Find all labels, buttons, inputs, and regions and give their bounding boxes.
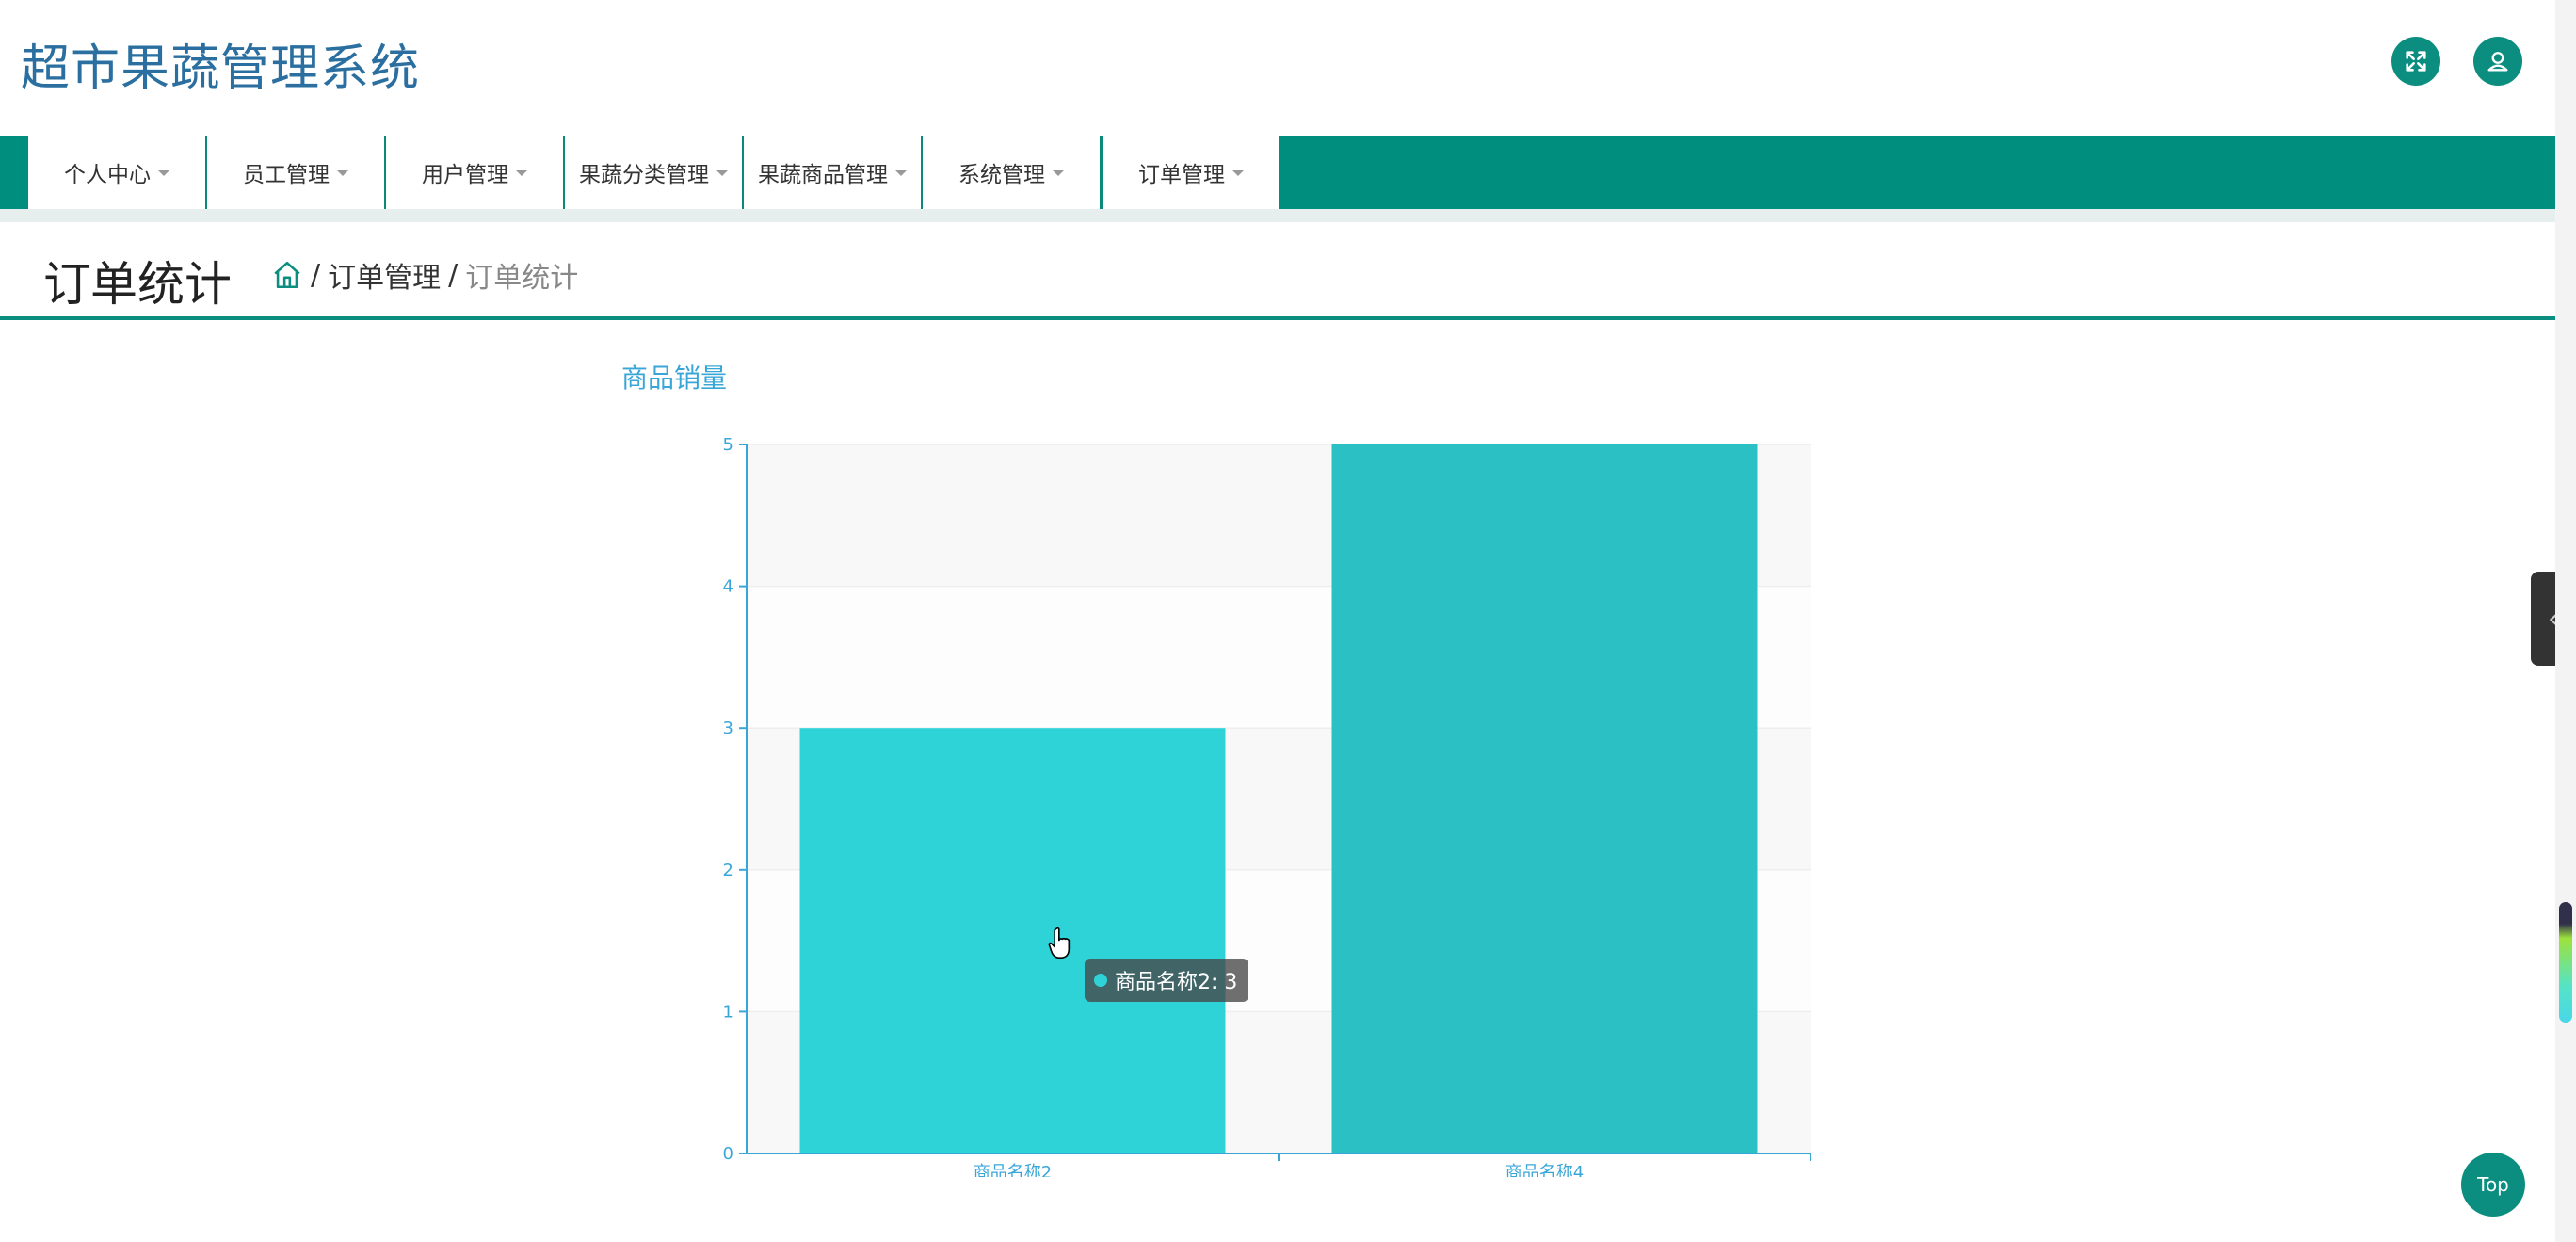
breadcrumb: / 订单管理 / 订单统计 [271, 254, 578, 296]
breadcrumb-separator: / [448, 258, 459, 292]
hand-cursor-icon [1048, 927, 1071, 959]
caret-down-icon [895, 170, 907, 176]
caret-down-icon [516, 170, 527, 176]
chart-tooltip: 商品名称2: 3 [1085, 959, 1249, 1002]
user-button[interactable] [2473, 37, 2522, 86]
user-icon [2487, 52, 2508, 72]
app-header: 超市果蔬管理系统 [0, 0, 2555, 136]
y-tick-label: 3 [723, 718, 733, 738]
page-title: 订单统计 [43, 257, 232, 312]
caret-down-icon [1232, 170, 1244, 176]
fullscreen-button[interactable] [2391, 37, 2440, 86]
nav-item-staff[interactable]: 员工管理 [207, 136, 386, 209]
series-dot [1094, 974, 1107, 987]
back-to-top-button[interactable]: Top [2461, 1153, 2525, 1217]
caret-down-icon [158, 170, 169, 176]
breadcrumb-parent[interactable]: 订单管理 [328, 254, 441, 296]
y-tick-label: 1 [723, 1002, 733, 1022]
scrollbar-thumb[interactable] [2559, 902, 2572, 1023]
nav-item-categories[interactable]: 果蔬分类管理 [565, 136, 744, 209]
nav-item-users[interactable]: 用户管理 [386, 136, 565, 209]
breadcrumb-current: 订单统计 [465, 262, 579, 295]
app-title: 超市果蔬管理系统 [21, 40, 421, 97]
page-header: 订单统计 / 订单管理 / 订单统计 [0, 222, 2555, 320]
x-tick-label: 商品名称4 [1505, 1163, 1584, 1177]
bar [1331, 444, 1758, 1153]
nav-item-products[interactable]: 果蔬商品管理 [744, 136, 923, 209]
fullscreen-icon [2406, 51, 2426, 72]
page-scrollbar[interactable] [2555, 0, 2576, 1242]
nav-divider [0, 209, 2555, 222]
caret-down-icon [1053, 170, 1064, 176]
bar [799, 728, 1226, 1153]
y-tick-label: 0 [723, 1144, 733, 1164]
caret-down-icon [337, 170, 348, 176]
bar-chart: 0 1 2 3 4 5 商品名称2 商品名称4 [723, 435, 1811, 1177]
breadcrumb-separator: / [311, 258, 321, 292]
x-tick-label: 商品名称2 [974, 1163, 1052, 1177]
y-tick-label: 5 [723, 435, 733, 455]
nav-item-personal[interactable]: 个人中心 [28, 136, 207, 209]
nav-item-system[interactable]: 系统管理 [923, 136, 1102, 209]
nav-item-orders[interactable]: 订单管理 [1102, 136, 1280, 209]
tooltip-text: 商品名称2: 3 [1115, 971, 1238, 994]
home-icon[interactable] [271, 259, 303, 291]
caret-down-icon [716, 170, 728, 176]
top-nav: 个人中心 员工管理 用户管理 果蔬分类管理 果蔬商品管理 系统管理 订单管理 [0, 136, 2555, 209]
y-tick-label: 4 [723, 577, 733, 597]
y-tick-label: 2 [723, 861, 733, 880]
chart-title: 商品销量 [621, 363, 728, 394]
